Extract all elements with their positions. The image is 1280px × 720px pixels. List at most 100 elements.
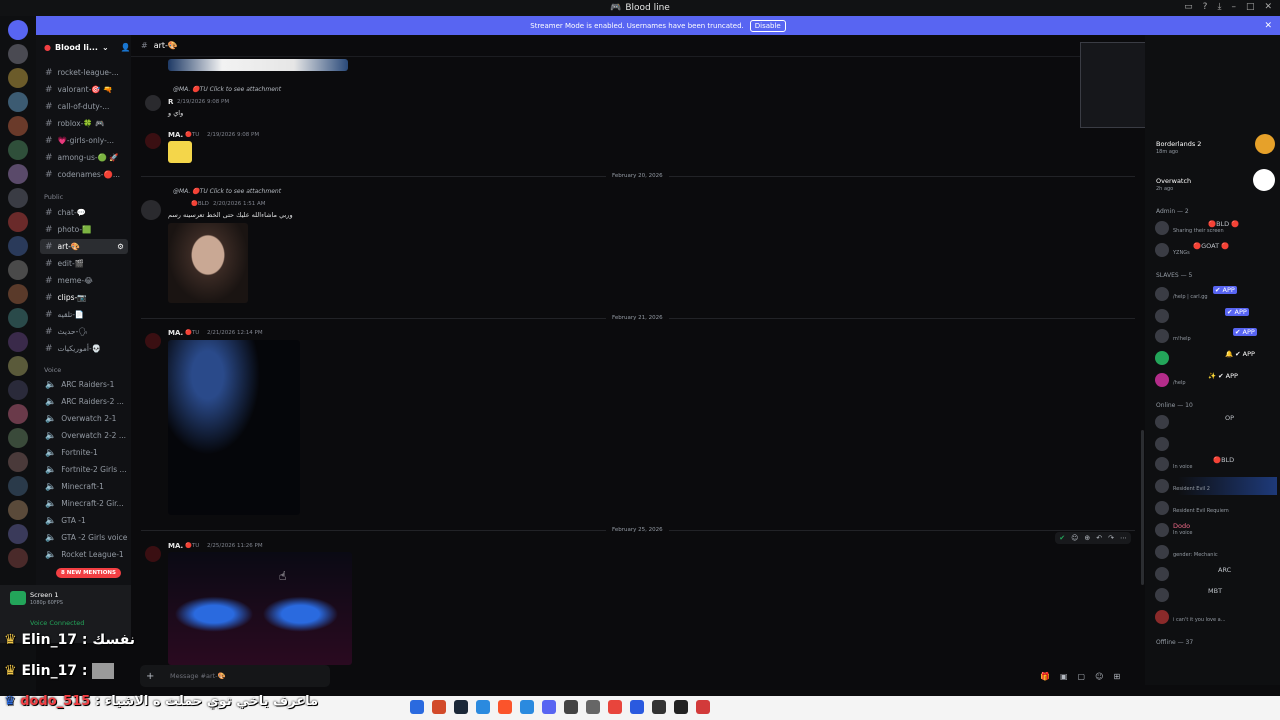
server-icon[interactable]: [8, 212, 28, 232]
voice-channel-item[interactable]: 🔈 GTA -1: [40, 513, 128, 528]
member-item[interactable]: ✔ APP/help | carl.gg: [1153, 285, 1277, 303]
avatar[interactable]: [145, 95, 161, 111]
member-item[interactable]: 🔴BLD In voice: [1153, 455, 1277, 473]
steam-icon[interactable]: [454, 700, 468, 714]
avatar[interactable]: [145, 546, 161, 562]
member-item[interactable]: 🔴GOAT 🔴 YZNGs: [1153, 241, 1277, 259]
download-icon[interactable]: ⤓: [1217, 2, 1221, 12]
member-item[interactable]: i can't it you love a...: [1153, 608, 1277, 626]
message-author[interactable]: R: [168, 98, 173, 106]
settings-icon[interactable]: [586, 700, 600, 714]
voice-channel-item[interactable]: 🔈 Rocket League-1: [40, 547, 128, 562]
server-icon[interactable]: [8, 44, 28, 64]
new-mentions-badge[interactable]: 8 NEW MENTIONS: [56, 568, 121, 578]
server-icon[interactable]: [8, 116, 28, 136]
member-item[interactable]: ARC: [1153, 565, 1277, 583]
voice-channel-item[interactable]: 🔈 GTA -2 Girls voice: [40, 530, 128, 545]
member-item[interactable]: Dodo In voice: [1153, 521, 1277, 539]
apps-icon[interactable]: ⊞: [1113, 672, 1120, 681]
server-icon[interactable]: [8, 380, 28, 400]
avatar[interactable]: [145, 333, 161, 349]
member-item[interactable]: Resident Evil Requiem: [1153, 499, 1277, 517]
app-icon[interactable]: [432, 700, 446, 714]
channel-item[interactable]: # أموريكيات-💀: [40, 341, 128, 356]
channel-item[interactable]: # call-of-duty-...: [40, 99, 128, 114]
server-icon[interactable]: [8, 140, 28, 160]
member-item[interactable]: ✔ APP m!help: [1153, 327, 1277, 345]
server-icon[interactable]: [8, 308, 28, 328]
server-icon[interactable]: [8, 236, 28, 256]
server-icon[interactable]: [8, 92, 28, 112]
voice-channel-item[interactable]: 🔈 Minecraft-2 Gir...: [40, 496, 128, 511]
server-icon[interactable]: [8, 476, 28, 496]
member-item[interactable]: gender: Mechanic: [1153, 543, 1277, 561]
message-input[interactable]: Message #art-🎨: [140, 665, 330, 687]
reply-icon[interactable]: ↶: [1096, 534, 1102, 542]
emoji-icon[interactable]: ☺: [1095, 672, 1103, 681]
add-member-icon[interactable]: 👤: [121, 43, 131, 52]
gift-icon[interactable]: 🎁: [1040, 672, 1050, 681]
server-icon[interactable]: [8, 68, 28, 88]
server-icon[interactable]: [8, 428, 28, 448]
channel-item[interactable]: # تلقيه-📄: [40, 307, 128, 322]
forward-icon[interactable]: ↷: [1108, 534, 1114, 542]
chrome-icon[interactable]: [608, 700, 622, 714]
reply-preview[interactable]: @MA. 🔴TU Click to see attachment: [173, 86, 281, 93]
channel-item[interactable]: # 💗-girls-only-...: [40, 133, 128, 148]
message-author[interactable]: MA.: [168, 131, 183, 139]
chat-scrollbar[interactable]: [1141, 430, 1144, 585]
channel-item-active[interactable]: # art-🎨 ⚙: [40, 239, 128, 254]
app-icon[interactable]: [520, 700, 534, 714]
category-public[interactable]: Public: [44, 193, 63, 201]
message-author[interactable]: MA.: [168, 542, 183, 550]
disable-button[interactable]: Disable: [749, 19, 786, 32]
channel-item[interactable]: # codenames-🔴...: [40, 167, 128, 182]
member-item[interactable]: ✨ ✔ APP/help: [1153, 371, 1277, 389]
app-icon[interactable]: [652, 700, 666, 714]
reply-preview[interactable]: @MA. 🔴TU Click to see attachment: [173, 188, 281, 195]
member-item[interactable]: Resident Evil 2: [1153, 477, 1277, 495]
close-icon[interactable]: ✕: [1264, 21, 1272, 31]
more-icon[interactable]: ⋯: [1120, 534, 1127, 542]
member-item[interactable]: ✔ APP: [1153, 307, 1277, 325]
channel-item[interactable]: # photo-🟩: [40, 222, 128, 237]
app-icon[interactable]: [674, 700, 688, 714]
app-icon[interactable]: [696, 700, 710, 714]
emoji-icon[interactable]: ☺: [1071, 534, 1078, 542]
channel-item[interactable]: # edit-🎬: [40, 256, 128, 271]
avatar[interactable]: [141, 200, 161, 220]
gear-icon[interactable]: ⚙: [117, 242, 124, 251]
category-voice[interactable]: Voice: [44, 366, 61, 374]
sticker-image[interactable]: [168, 141, 192, 163]
channel-item[interactable]: # clips-📷: [40, 290, 128, 305]
voice-channel-item[interactable]: 🔈 ARC Raiders-1: [40, 377, 128, 392]
member-item[interactable]: 🔴BLD 🔴 Sharing their screen: [1153, 219, 1277, 237]
add-attachment-icon[interactable]: +: [146, 671, 154, 682]
voice-channel-item[interactable]: 🔈 Fortnite-1: [40, 445, 128, 460]
search-icon[interactable]: [410, 700, 424, 714]
minimize-button[interactable]: –: [1231, 2, 1236, 12]
maximize-button[interactable]: □: [1246, 2, 1255, 12]
home-icon[interactable]: [8, 20, 28, 40]
check-icon[interactable]: ✔: [1059, 534, 1065, 542]
channel-item[interactable]: # valorant-🎯 🔫: [40, 82, 128, 97]
app-icon[interactable]: [630, 700, 644, 714]
channel-item[interactable]: # حديث-🗣: [40, 324, 128, 339]
channel-item[interactable]: # roblox-🍀 🎮: [40, 116, 128, 131]
attachment-image[interactable]: [168, 223, 248, 303]
server-icon[interactable]: [8, 260, 28, 280]
server-icon[interactable]: [8, 164, 28, 184]
discord-icon[interactable]: [542, 700, 556, 714]
server-icon[interactable]: [8, 284, 28, 304]
voice-channel-item[interactable]: 🔈 Overwatch 2-2 ...: [40, 428, 128, 443]
reaction-icon[interactable]: ⊕: [1084, 534, 1090, 542]
channel-item[interactable]: # meme-😂: [40, 273, 128, 288]
attachment-image[interactable]: [168, 552, 352, 665]
message-author[interactable]: MA.: [168, 329, 183, 337]
channel-item[interactable]: # rocket-league-...: [40, 65, 128, 80]
help-icon[interactable]: ?: [1203, 2, 1208, 12]
server-icon[interactable]: [8, 452, 28, 472]
attachment-image[interactable]: [168, 340, 300, 515]
server-icon[interactable]: [8, 524, 28, 544]
voice-channel-item[interactable]: 🔈 Overwatch 2-1: [40, 411, 128, 426]
